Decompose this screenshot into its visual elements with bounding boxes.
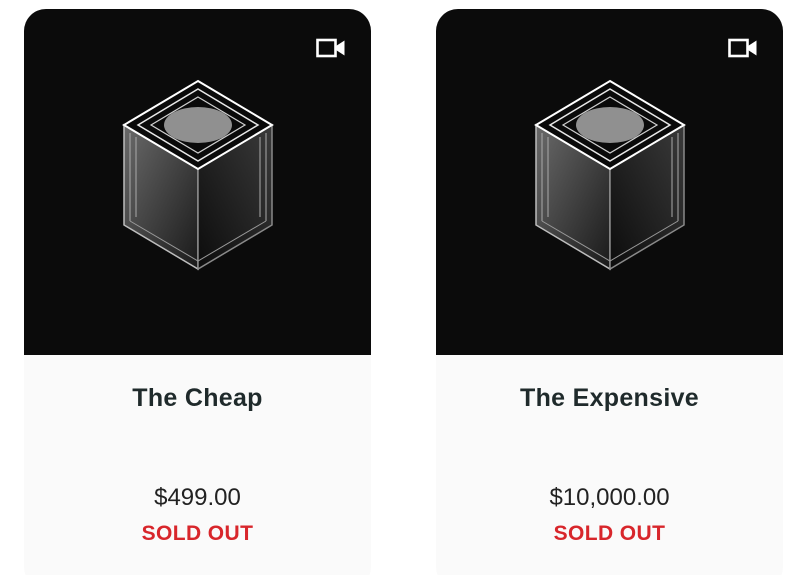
product-info: The Expensive $10,000.00 SOLD OUT xyxy=(436,355,783,547)
sold-out-badge: SOLD OUT xyxy=(141,522,254,545)
glass-cube-image xyxy=(112,79,283,271)
product-card[interactable]: The Cheap $499.00 SOLD OUT xyxy=(24,9,371,575)
product-title[interactable]: The Cheap xyxy=(24,355,371,413)
glass-cube-image xyxy=(524,79,695,271)
video-camera-icon[interactable] xyxy=(728,38,758,58)
product-info: The Cheap $499.00 SOLD OUT xyxy=(24,355,371,547)
product-grid: The Cheap $499.00 SOLD OUT The Expensive… xyxy=(0,0,800,575)
product-media[interactable] xyxy=(24,9,371,355)
product-media[interactable] xyxy=(436,9,783,355)
product-price: $10,000.00 xyxy=(549,484,670,511)
product-card[interactable]: The Expensive $10,000.00 SOLD OUT xyxy=(436,9,783,575)
product-title[interactable]: The Expensive xyxy=(436,355,783,413)
video-camera-icon[interactable] xyxy=(316,38,346,58)
sold-out-badge: SOLD OUT xyxy=(553,522,666,545)
product-price: $499.00 xyxy=(154,484,241,511)
